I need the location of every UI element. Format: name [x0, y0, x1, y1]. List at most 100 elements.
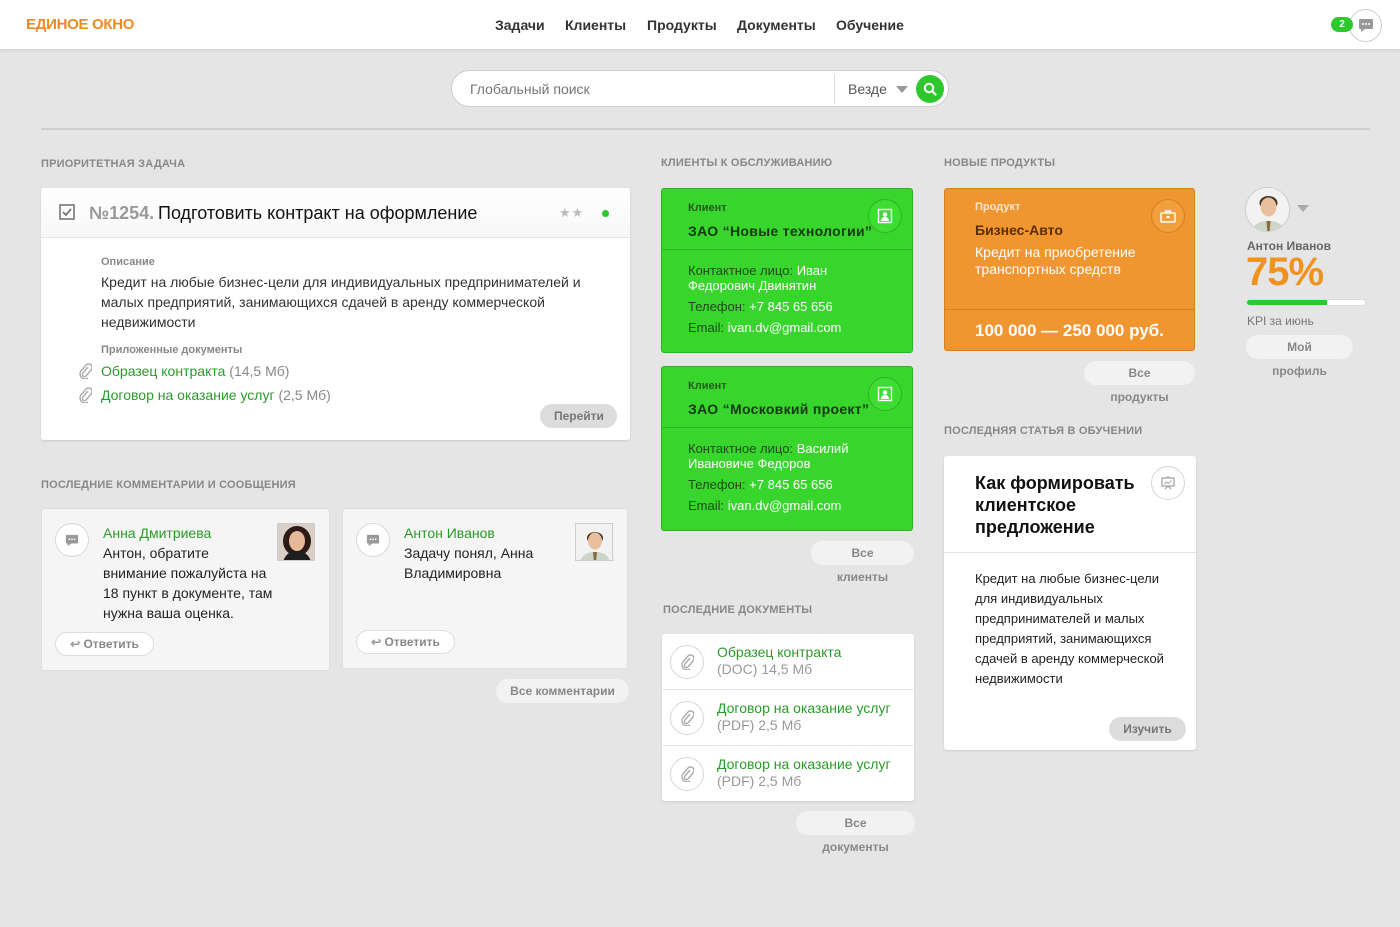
nav-clients[interactable]: Клиенты: [565, 17, 626, 33]
client-name[interactable]: ЗАО “Новые технологии”: [688, 223, 872, 239]
presentation-icon[interactable]: [1151, 466, 1185, 500]
contact-card-icon[interactable]: [868, 377, 902, 411]
kpi-value: 75%: [1246, 250, 1324, 294]
task-title[interactable]: Подготовить контракт на оформление: [158, 203, 477, 224]
client-card[interactable]: Клиент ЗАО “Новые технологии” Контактное…: [661, 188, 913, 353]
client-phone: Телефон: +7 845 65 656: [688, 299, 833, 314]
product-description: Кредит на приобретение транспортных сред…: [975, 244, 1136, 277]
product-price: 100 000 — 250 000 руб.: [975, 321, 1164, 340]
nav-learning[interactable]: Обучение: [836, 17, 904, 33]
reply-icon: ↩: [371, 635, 382, 649]
product-card[interactable]: Продукт Бизнес-Авто Кредит на приобретен…: [944, 188, 1195, 351]
nav-documents[interactable]: Документы: [737, 17, 816, 33]
paperclip-icon: [670, 645, 704, 679]
client-label: Клиент: [688, 202, 727, 214]
product-label: Продукт: [975, 201, 1021, 213]
paperclip-icon: [79, 363, 92, 379]
list-item[interactable]: Образец контракта (DOC) 14,5 Мб: [662, 634, 914, 690]
reply-icon: ↩: [70, 637, 81, 651]
comments-section-title: ПОСЛЕДНИЕ КОММЕНТАРИИ И СООБЩЕНИЯ: [41, 479, 296, 491]
status-dot: [602, 210, 609, 217]
top-header: ЕДИНОЕ ОКНО Задачи Клиенты Продукты Доку…: [0, 0, 1400, 50]
comment-text: Задачу понял, Анна Владимировна: [404, 545, 534, 581]
documents-section-title: ПОСЛЕДНИЕ ДОКУМЕНТЫ: [663, 604, 813, 616]
comment-author[interactable]: Антон Иванов: [404, 525, 495, 541]
document-name[interactable]: Образец контракта: [717, 644, 841, 660]
client-email[interactable]: Email: ivan.dv@gmail.com: [688, 498, 841, 513]
client-contact: Контактное лицо: Василий Ивановиче Федор…: [688, 441, 849, 471]
client-card[interactable]: Клиент ЗАО “Московкий проект” Контактное…: [661, 366, 913, 531]
list-item[interactable]: Договор на оказание услуг (PDF) 2,5 Мб: [662, 690, 914, 746]
task-header: №1254. Подготовить контракт на оформлени…: [41, 188, 630, 238]
my-profile-button[interactable]: Мой профиль: [1246, 335, 1353, 378]
all-documents-button[interactable]: Все документы: [796, 811, 915, 854]
chevron-down-icon[interactable]: [1297, 205, 1309, 212]
documents-list: Образец контракта (DOC) 14,5 Мб Договор …: [662, 634, 914, 801]
paperclip-icon: [79, 387, 92, 403]
product-name[interactable]: Бизнес-Авто: [975, 222, 1063, 238]
document-meta: (PDF) 2,5 Мб: [717, 773, 802, 789]
divider: [41, 128, 1370, 130]
chevron-down-icon[interactable]: [896, 86, 908, 93]
chat-icon: [1358, 19, 1373, 32]
all-clients-button[interactable]: Все клиенты: [811, 541, 914, 584]
comment-icon: [356, 523, 390, 557]
card-divider: [945, 309, 1194, 310]
star-icon[interactable]: ★★: [559, 205, 584, 221]
search-scope-select[interactable]: Везде: [848, 81, 887, 97]
all-products-button[interactable]: Все продукты: [1084, 361, 1195, 404]
list-item[interactable]: Договор на оказание услуг (PDF) 2,5 Мб: [662, 746, 914, 802]
kpi-label: KPI за июнь: [1247, 314, 1314, 328]
logo[interactable]: ЕДИНОЕ ОКНО: [26, 16, 134, 33]
client-name[interactable]: ЗАО “Московкий проект”: [688, 401, 869, 417]
comment-author[interactable]: Анна Дмитриева: [103, 525, 211, 541]
avatar[interactable]: [277, 523, 315, 561]
document-name[interactable]: Договор на оказание услуг: [717, 756, 891, 772]
checkbox-icon[interactable]: [59, 204, 75, 220]
attached-doc-link[interactable]: Договор на оказание услуг (2,5 Мб): [101, 387, 331, 403]
avatar[interactable]: [575, 523, 613, 561]
nav-tasks[interactable]: Задачи: [495, 17, 545, 33]
card-divider: [944, 552, 1196, 553]
priority-task-card: №1254. Подготовить контракт на оформлени…: [41, 188, 630, 440]
search-divider: [834, 74, 835, 104]
card-divider: [662, 249, 912, 250]
contact-card-icon[interactable]: [868, 199, 902, 233]
reply-button[interactable]: ↩ Ответить: [356, 630, 455, 654]
description-label: Описание: [101, 256, 155, 268]
document-meta: (DOC) 14,5 Мб: [717, 661, 813, 677]
kpi-progress-fill: [1247, 300, 1328, 305]
article-title[interactable]: Как формировать клиентское предложение: [975, 472, 1155, 538]
search-icon: [923, 82, 937, 96]
article-card: Как формировать клиентское предложение К…: [944, 456, 1196, 750]
document-name[interactable]: Договор на оказание услуг: [717, 700, 891, 716]
comment-icon: [55, 523, 89, 557]
briefcase-icon[interactable]: [1151, 199, 1185, 233]
task-description: Кредит на любые бизнес-цели для индивиду…: [101, 274, 581, 330]
global-search: Везде: [451, 70, 949, 107]
comment-text: Антон, обратите внимание пожалуйста на 1…: [103, 545, 273, 621]
card-divider: [662, 427, 912, 428]
messages-button[interactable]: [1349, 9, 1382, 42]
nav-products[interactable]: Продукты: [647, 17, 717, 33]
avatar[interactable]: [1245, 187, 1290, 232]
paperclip-icon: [670, 701, 704, 735]
kpi-progress-bar: [1246, 299, 1366, 306]
clients-section-title: КЛИЕНТЫ К ОБСЛУЖИВАНИЮ: [661, 157, 833, 169]
all-comments-button[interactable]: Все комментарии: [496, 679, 629, 703]
client-email[interactable]: Email: ivan.dv@gmail.com: [688, 320, 841, 335]
task-number: №1254.: [89, 203, 155, 223]
priority-section-title: ПРИОРИТЕТНАЯ ЗАДАЧА: [41, 158, 186, 170]
go-button[interactable]: Перейти: [540, 404, 617, 428]
article-text: Кредит на любые бизнес-цели для индивиду…: [975, 571, 1164, 686]
search-input[interactable]: [470, 71, 830, 106]
search-button[interactable]: [916, 75, 944, 103]
client-contact: Контактное лицо: Иван Федорович Двинятин: [688, 263, 828, 293]
attached-doc-link[interactable]: Образец контракта (14,5 Мб): [101, 363, 289, 379]
reply-button[interactable]: ↩ Ответить: [55, 632, 154, 656]
study-button[interactable]: Изучить: [1109, 717, 1186, 741]
paperclip-icon: [670, 757, 704, 791]
client-label: Клиент: [688, 380, 727, 392]
comment-card: Анна Дмитриева Антон, обратите внимание …: [41, 508, 330, 671]
products-section-title: НОВЫЕ ПРОДУКТЫ: [944, 157, 1056, 169]
